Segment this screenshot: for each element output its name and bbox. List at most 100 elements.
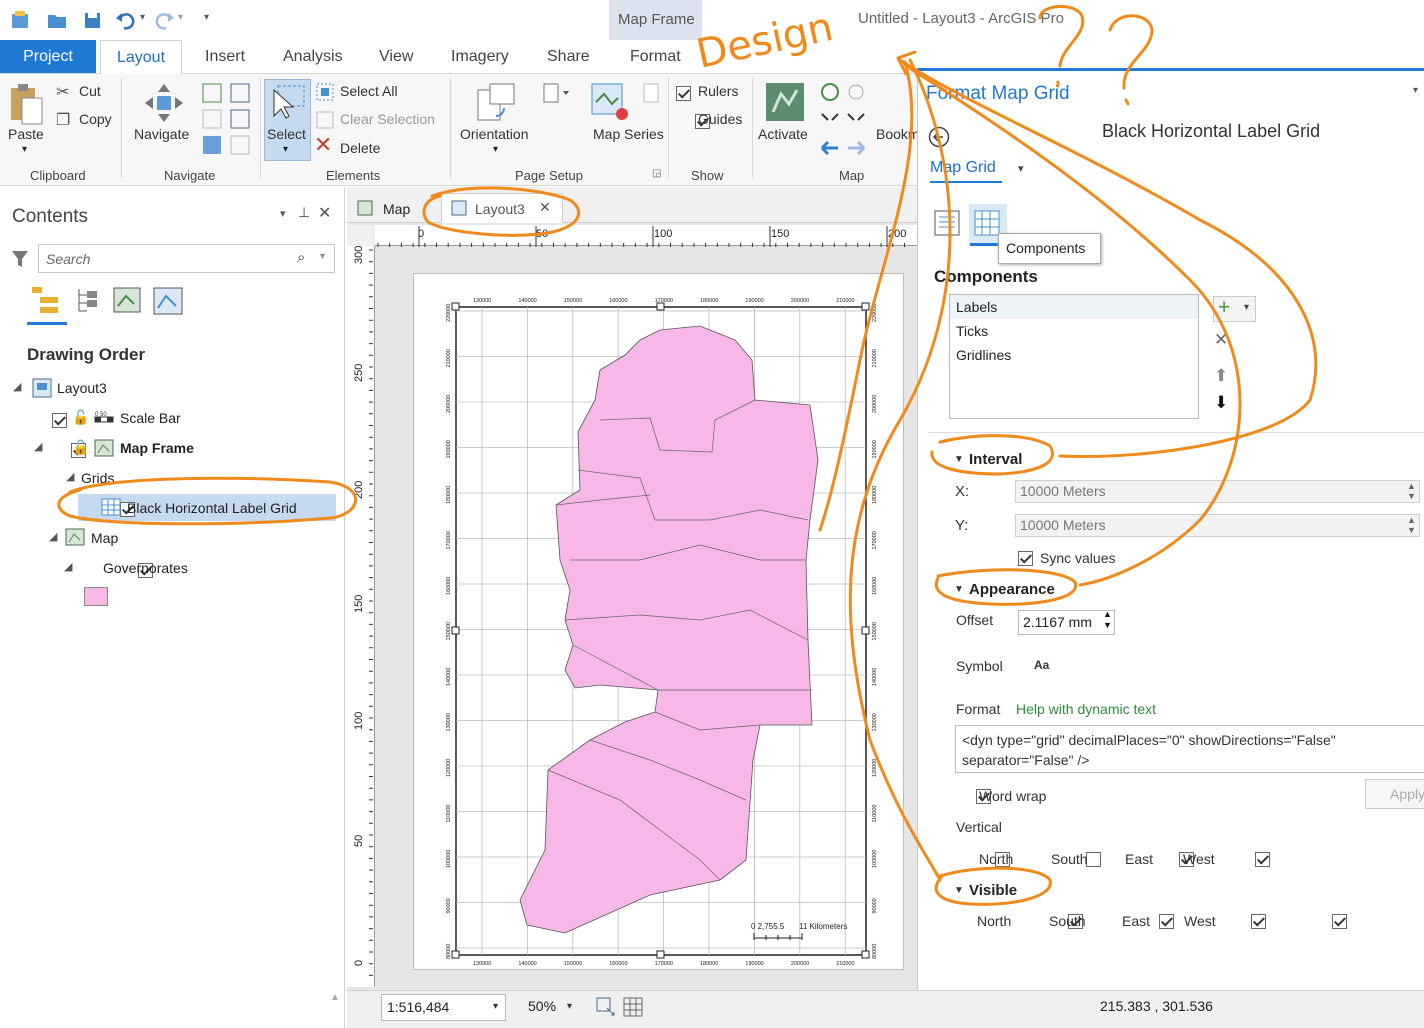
visible-east-checkbox[interactable]	[1251, 913, 1267, 929]
component-item[interactable]: Ticks	[956, 323, 988, 339]
copy-button[interactable]: Copy	[79, 111, 112, 127]
navigate-button[interactable]: Navigate	[134, 126, 189, 142]
zoom-value[interactable]: 50%	[528, 998, 556, 1014]
list-by-selection-icon[interactable]	[112, 286, 142, 316]
scroll-up-icon[interactable]: ▲	[330, 992, 340, 1003]
map-grid-tab[interactable]: Map Grid	[930, 159, 996, 177]
vertical-south-checkbox[interactable]	[1085, 851, 1101, 867]
format-textbox[interactable]: <dyn type="grid" decimalPlaces="0" showD…	[955, 725, 1424, 773]
pane-options-icon[interactable]: ▾	[280, 207, 286, 220]
pane-menu-icon[interactable]: ▾	[1413, 85, 1418, 96]
page-size-icon[interactable]	[541, 82, 575, 104]
collapse-governorates-icon[interactable]: ◢	[64, 560, 72, 573]
move-down-icon[interactable]: ⬇	[1214, 393, 1228, 413]
collapse-map-icon[interactable]: ◢	[49, 530, 57, 543]
appearance-header[interactable]: Appearance	[969, 581, 1055, 598]
apply-button[interactable]: Apply	[1365, 779, 1424, 809]
search-icon[interactable]: ⌕	[297, 249, 305, 266]
tree-scale-bar-label[interactable]: Scale Bar	[120, 410, 181, 426]
collapse-grids-icon[interactable]: ◢	[66, 470, 74, 483]
tree-map-frame-label[interactable]: Map Frame	[120, 440, 194, 456]
search-dropdown-icon[interactable]: ▾	[320, 251, 325, 262]
tab-layout[interactable]: Layout	[100, 40, 182, 75]
redo-icon[interactable]	[152, 10, 176, 30]
grid-toggle-icon[interactable]	[623, 997, 643, 1017]
customize-toolbar-icon[interactable]: ▾	[204, 12, 209, 23]
select-button[interactable]: Select	[267, 126, 306, 142]
tab-format[interactable]: Format	[630, 48, 681, 66]
component-item[interactable]: Labels	[956, 299, 997, 315]
search-box[interactable]: Search ⌕ ▾	[38, 244, 335, 273]
orientation-dropdown-icon[interactable]: ▾	[493, 144, 498, 155]
tab-imagery[interactable]: Imagery	[451, 48, 509, 66]
tree-grids-label[interactable]: Grids	[81, 470, 114, 486]
undo-icon[interactable]	[114, 10, 138, 30]
tree-layout-label[interactable]: Layout3	[57, 380, 107, 396]
paste-button[interactable]: Paste	[8, 126, 44, 142]
select-all-button[interactable]: Select All	[340, 83, 398, 99]
clear-selection-button[interactable]: Clear Selection	[340, 111, 435, 127]
back-icon[interactable]	[928, 126, 950, 148]
interval-header[interactable]: Interval	[969, 451, 1022, 468]
symbol-preview[interactable]: Aa	[1034, 658, 1049, 672]
fixed-extent-icon[interactable]	[596, 997, 616, 1017]
visible-west-checkbox[interactable]	[1332, 913, 1348, 929]
tree-map-label[interactable]: Map	[91, 530, 118, 546]
zoom-dropdown-icon[interactable]: ▾	[567, 1001, 572, 1012]
map-series-button[interactable]: Map Series	[593, 126, 664, 142]
visible-collapse-icon[interactable]: ▼	[954, 885, 964, 896]
tab-project[interactable]: Project	[0, 40, 96, 73]
page-extra-icon[interactable]	[640, 82, 662, 104]
open-folder-icon[interactable]	[46, 10, 68, 30]
select-dropdown-icon[interactable]: ▾	[283, 144, 288, 155]
component-item[interactable]: Gridlines	[956, 347, 1011, 363]
view-tab-layout[interactable]: Layout3	[475, 201, 525, 217]
tab-insert[interactable]: Insert	[205, 48, 245, 66]
sync-values-checkbox[interactable]	[1018, 550, 1033, 566]
undo-dropdown-icon[interactable]: ▾	[140, 12, 145, 23]
visible-header[interactable]: Visible	[969, 882, 1017, 899]
close-pane-icon[interactable]: ✕	[318, 203, 331, 223]
help-dynamic-text-link[interactable]: Help with dynamic text	[1016, 701, 1156, 717]
cut-button[interactable]: Cut	[79, 83, 101, 99]
list-by-source-icon[interactable]	[75, 287, 101, 315]
vertical-west-checkbox[interactable]	[1255, 851, 1271, 867]
governorates-symbol-swatch[interactable]	[84, 587, 108, 606]
delete-button[interactable]: Delete	[340, 140, 380, 156]
collapse-layout-icon[interactable]: ◢	[13, 380, 21, 393]
bookmarks-button[interactable]: Bookm	[876, 126, 920, 142]
list-by-drawing-order-icon[interactable]	[30, 285, 62, 315]
tab-view[interactable]: View	[379, 48, 413, 66]
grid-properties-icon[interactable]	[933, 208, 963, 238]
offset-spinner-icon[interactable]: ▲ ▼	[1103, 609, 1112, 631]
collapse-map-frame-icon[interactable]: ◢	[34, 440, 42, 453]
visible-south-checkbox[interactable]	[1159, 913, 1175, 929]
view-tab-map[interactable]: Map	[383, 201, 410, 217]
tree-governorates-label[interactable]: Governorates	[103, 560, 188, 576]
navigate-tools-icon[interactable]	[201, 82, 253, 160]
rulers-checkbox[interactable]	[676, 85, 691, 101]
tree-grid-label[interactable]: Black Horizontal Label Grid	[127, 500, 297, 516]
redo-dropdown-icon[interactable]: ▾	[178, 12, 183, 23]
paste-dropdown-icon[interactable]: ▾	[22, 144, 27, 155]
map-tools-icon[interactable]	[818, 82, 870, 156]
x-spinner-icon[interactable]: ▲ ▼	[1407, 481, 1416, 501]
x-interval-input[interactable]: 10000 Meters	[1015, 480, 1420, 503]
list-by-editing-icon[interactable]	[152, 286, 184, 316]
search-input[interactable]: Search	[46, 251, 90, 267]
appearance-collapse-icon[interactable]: ▼	[954, 584, 964, 595]
offset-input[interactable]: 2.1167 mm	[1018, 610, 1115, 635]
filter-icon[interactable]	[11, 249, 29, 269]
new-project-icon[interactable]	[10, 10, 32, 30]
scale-dropdown-icon[interactable]: ▾	[493, 1001, 498, 1012]
pin-icon[interactable]: ⊥	[298, 204, 310, 221]
map-frame-lock-icon[interactable]: 🔓	[72, 439, 89, 456]
move-up-icon[interactable]: ⬆	[1214, 366, 1228, 386]
map-grid-dropdown-icon[interactable]: ▾	[1018, 162, 1024, 175]
page-setup-launcher-icon[interactable]: ◲	[652, 168, 661, 179]
remove-component-icon[interactable]: ✕	[1214, 330, 1228, 350]
add-component-button[interactable]: + ▾	[1213, 296, 1256, 322]
tab-analysis[interactable]: Analysis	[283, 48, 343, 66]
scale-combobox[interactable]: 1:516,484	[381, 994, 506, 1021]
activate-button[interactable]: Activate	[758, 126, 808, 142]
